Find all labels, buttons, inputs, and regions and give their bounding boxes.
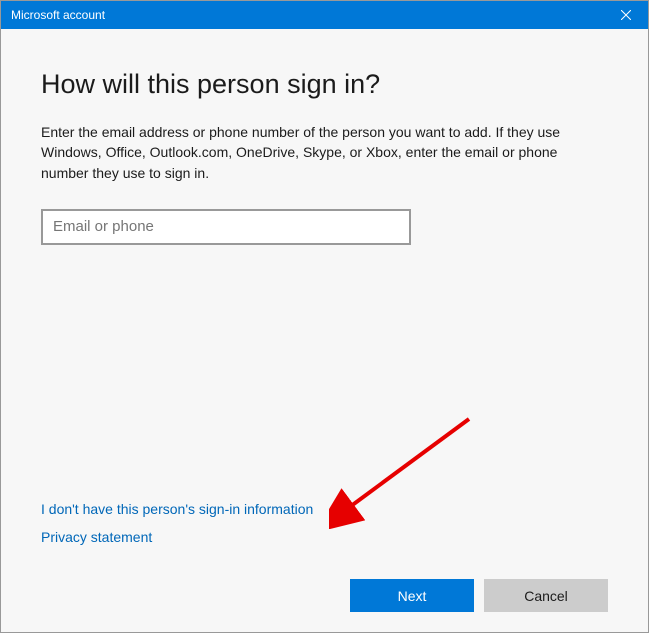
email-or-phone-input[interactable]	[41, 209, 411, 245]
cancel-button[interactable]: Cancel	[484, 579, 608, 612]
close-icon	[621, 7, 631, 23]
dialog-window: Microsoft account How will this person s…	[0, 0, 649, 633]
close-button[interactable]	[603, 1, 648, 29]
titlebar: Microsoft account	[1, 1, 648, 29]
next-button[interactable]: Next	[350, 579, 474, 612]
dialog-content: How will this person sign in? Enter the …	[1, 29, 648, 632]
input-container	[41, 209, 608, 245]
privacy-statement-link[interactable]: Privacy statement	[41, 529, 152, 545]
links-section: I don't have this person's sign-in infor…	[41, 501, 608, 557]
description-text: Enter the email address or phone number …	[41, 122, 601, 183]
spacer	[41, 265, 608, 501]
no-signin-info-link[interactable]: I don't have this person's sign-in infor…	[41, 501, 313, 517]
page-heading: How will this person sign in?	[41, 69, 608, 100]
window-title: Microsoft account	[11, 8, 603, 22]
button-row: Next Cancel	[41, 579, 608, 612]
